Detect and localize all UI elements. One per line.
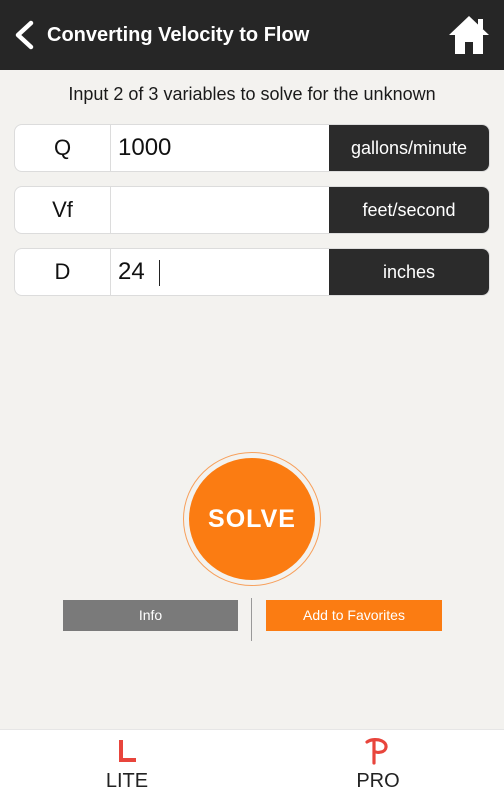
- field-row-q: Q gallons/minute: [14, 124, 490, 172]
- back-button[interactable]: [10, 17, 38, 53]
- button-divider: [251, 598, 252, 641]
- home-button[interactable]: [446, 12, 492, 58]
- tab-lite[interactable]: LITE: [67, 730, 187, 796]
- tab-lite-label: LITE: [105, 770, 149, 792]
- field-label-vf: Vf: [15, 187, 111, 233]
- diameter-input[interactable]: [111, 249, 330, 295]
- field-row-d: D inches: [14, 248, 490, 296]
- unit-selector-q[interactable]: gallons/minute: [329, 125, 489, 171]
- home-icon: [449, 16, 489, 54]
- lite-letter-icon: [119, 740, 136, 762]
- solve-button[interactable]: SOLVE: [189, 458, 315, 580]
- field-row-vf: Vf feet/second: [14, 186, 490, 234]
- tab-pro-label: PRO: [356, 770, 400, 792]
- add-to-favorites-button[interactable]: Add to Favorites: [266, 600, 442, 631]
- flow-input[interactable]: [111, 125, 330, 171]
- unit-selector-d[interactable]: inches: [329, 249, 489, 295]
- instruction-text: Input 2 of 3 variables to solve for the …: [68, 84, 436, 104]
- pro-letter-icon: [365, 738, 388, 765]
- info-button[interactable]: Info: [63, 600, 238, 631]
- solve-button-ring: SOLVE: [183, 452, 321, 586]
- text-cursor: [159, 260, 160, 286]
- chevron-left-icon: [15, 20, 34, 50]
- velocity-input[interactable]: [111, 187, 330, 233]
- unit-selector-vf[interactable]: feet/second: [329, 187, 489, 233]
- app-header: Converting Velocity to Flow: [0, 0, 504, 70]
- tab-pro[interactable]: PRO: [318, 730, 438, 796]
- field-label-q: Q: [15, 125, 111, 171]
- page-title: Converting Velocity to Flow: [47, 24, 310, 46]
- field-label-d: D: [15, 249, 111, 295]
- bottom-tab-bar: LITE PRO: [0, 729, 504, 796]
